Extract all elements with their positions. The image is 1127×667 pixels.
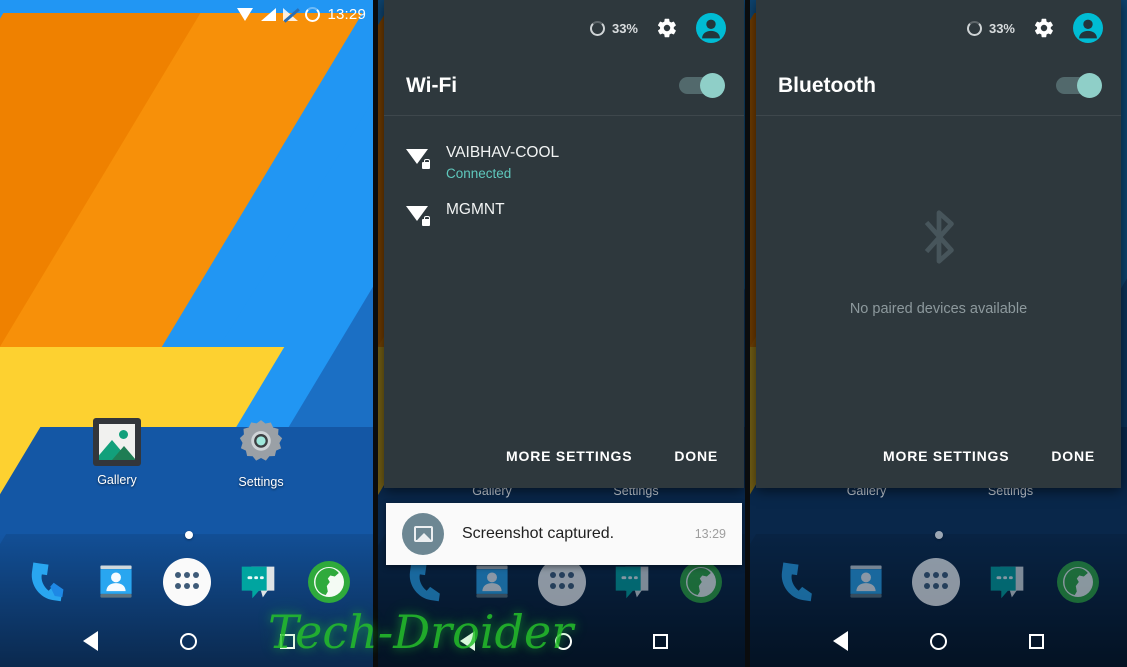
pane-divider (745, 0, 750, 667)
gallery-sun-icon (119, 430, 128, 439)
browser-icon (680, 561, 723, 603)
status-bar: 13:29 (0, 0, 378, 28)
more-settings-button[interactable]: MORE SETTINGS (883, 448, 1009, 464)
app-drawer-icon (912, 558, 961, 606)
browser-icon[interactable] (305, 558, 353, 606)
settings-gear-icon[interactable] (1033, 17, 1055, 39)
battery-icon (589, 20, 605, 36)
wifi-secured-icon (406, 204, 430, 226)
pane-divider (373, 0, 378, 667)
messaging-icon (990, 566, 1024, 599)
status-bar-clock: 13:29 (327, 5, 366, 23)
signal-icon (261, 7, 277, 21)
recents-icon[interactable] (1029, 633, 1044, 649)
navigation-bar (750, 615, 1127, 667)
wifi-ssid: MGMNT (446, 201, 505, 218)
wifi-ssid: VAIBHAV-COOL (446, 144, 560, 161)
battery-status: 33% (589, 20, 638, 36)
panel-title: Bluetooth (778, 73, 876, 97)
back-icon[interactable] (83, 631, 99, 651)
user-avatar-icon[interactable] (696, 13, 726, 43)
wifi-list-body: VAIBHAV-COOL Connected MGMNT (384, 116, 744, 428)
settings-gear-icon (239, 420, 283, 461)
home-screen-pane: 13:29 Gallery Settings (0, 0, 378, 667)
page-dot (185, 531, 193, 539)
battery-icon (966, 20, 982, 36)
user-avatar-icon[interactable] (1073, 13, 1103, 43)
home-icon[interactable] (180, 632, 198, 650)
phone-icon[interactable] (25, 559, 71, 605)
watermark: Tech-Droider (268, 605, 574, 659)
bluetooth-quick-settings-panel: 33% Bluetooth No paired devices availabl… (756, 0, 1121, 488)
home-app-row: Gallery Settings (0, 418, 378, 489)
app-icon-gallery[interactable]: Gallery (72, 418, 162, 489)
battery-icon (305, 6, 321, 22)
wifi-panel-pane: Gallery Settings 33% Wi-Fi VAIBHAV-COOL … (378, 0, 750, 667)
bluetooth-panel-actions: MORE SETTINGS DONE (756, 428, 1121, 484)
phone-icon (782, 562, 813, 602)
notification-title: Screenshot captured. (462, 525, 615, 542)
contacts-icon[interactable] (94, 560, 138, 604)
panel-title: Wi-Fi (406, 73, 458, 97)
bluetooth-empty-state: No paired devices available (756, 116, 1121, 317)
app-drawer-icon[interactable] (161, 556, 213, 608)
wifi-status: Connected (446, 166, 512, 181)
wifi-network-list: VAIBHAV-COOL Connected MGMNT (384, 116, 744, 240)
screenshot-stage: 13:29 Gallery Settings Gallery Settings … (0, 0, 1127, 667)
battery-percent-label: 33% (988, 20, 1015, 36)
wifi-panel-actions: MORE SETTINGS DONE (384, 428, 744, 484)
app-icon-settings[interactable]: Settings (216, 418, 306, 489)
page-dot (934, 531, 943, 539)
quick-panel-header: 33% (756, 0, 1121, 56)
browser-icon (1056, 561, 1099, 603)
app-label-settings: Settings (238, 475, 284, 489)
bluetooth-toggle[interactable] (1056, 73, 1102, 98)
battery-status: 33% (966, 20, 1015, 36)
wifi-quick-settings-panel: 33% Wi-Fi VAIBHAV-COOL Connected MGMNT M… (384, 0, 744, 488)
bluetooth-title-row: Bluetooth (756, 56, 1121, 116)
settings-gear-icon[interactable] (656, 17, 678, 39)
wifi-toggle[interactable] (679, 73, 725, 98)
wifi-secured-icon (406, 147, 430, 169)
quick-panel-header: 33% (384, 0, 744, 56)
bluetooth-panel-pane: Gallery Settings 33% Bluetooth No paired… (750, 0, 1127, 667)
image-icon (402, 513, 444, 555)
messaging-icon (615, 566, 648, 599)
home-icon[interactable] (930, 632, 947, 650)
back-icon[interactable] (833, 631, 848, 651)
bluetooth-empty-label: No paired devices available (849, 301, 1028, 317)
battery-percent-label: 33% (611, 20, 638, 36)
messaging-icon[interactable] (236, 559, 282, 605)
notification-toast[interactable]: Screenshot captured. 13:29 (386, 503, 742, 565)
gallery-icon (93, 418, 141, 466)
contacts-icon (476, 565, 508, 598)
recents-icon[interactable] (652, 633, 668, 649)
done-button[interactable]: DONE (674, 448, 718, 464)
notification-time: 13:29 (694, 527, 726, 541)
home-dock-dimmed (750, 549, 1127, 615)
list-item[interactable]: MGMNT (384, 195, 744, 240)
sim-missing-icon (283, 7, 299, 21)
bluetooth-body: No paired devices available (756, 116, 1121, 428)
contacts-icon (850, 565, 882, 598)
list-item[interactable]: VAIBHAV-COOL Connected (384, 138, 744, 195)
done-button[interactable]: DONE (1051, 448, 1095, 464)
wifi-icon (237, 7, 254, 21)
app-label-gallery: Gallery (97, 473, 137, 487)
more-settings-button[interactable]: MORE SETTINGS (506, 448, 632, 464)
bluetooth-icon (924, 210, 954, 264)
wifi-title-row: Wi-Fi (384, 56, 744, 116)
phone-icon (409, 562, 440, 602)
